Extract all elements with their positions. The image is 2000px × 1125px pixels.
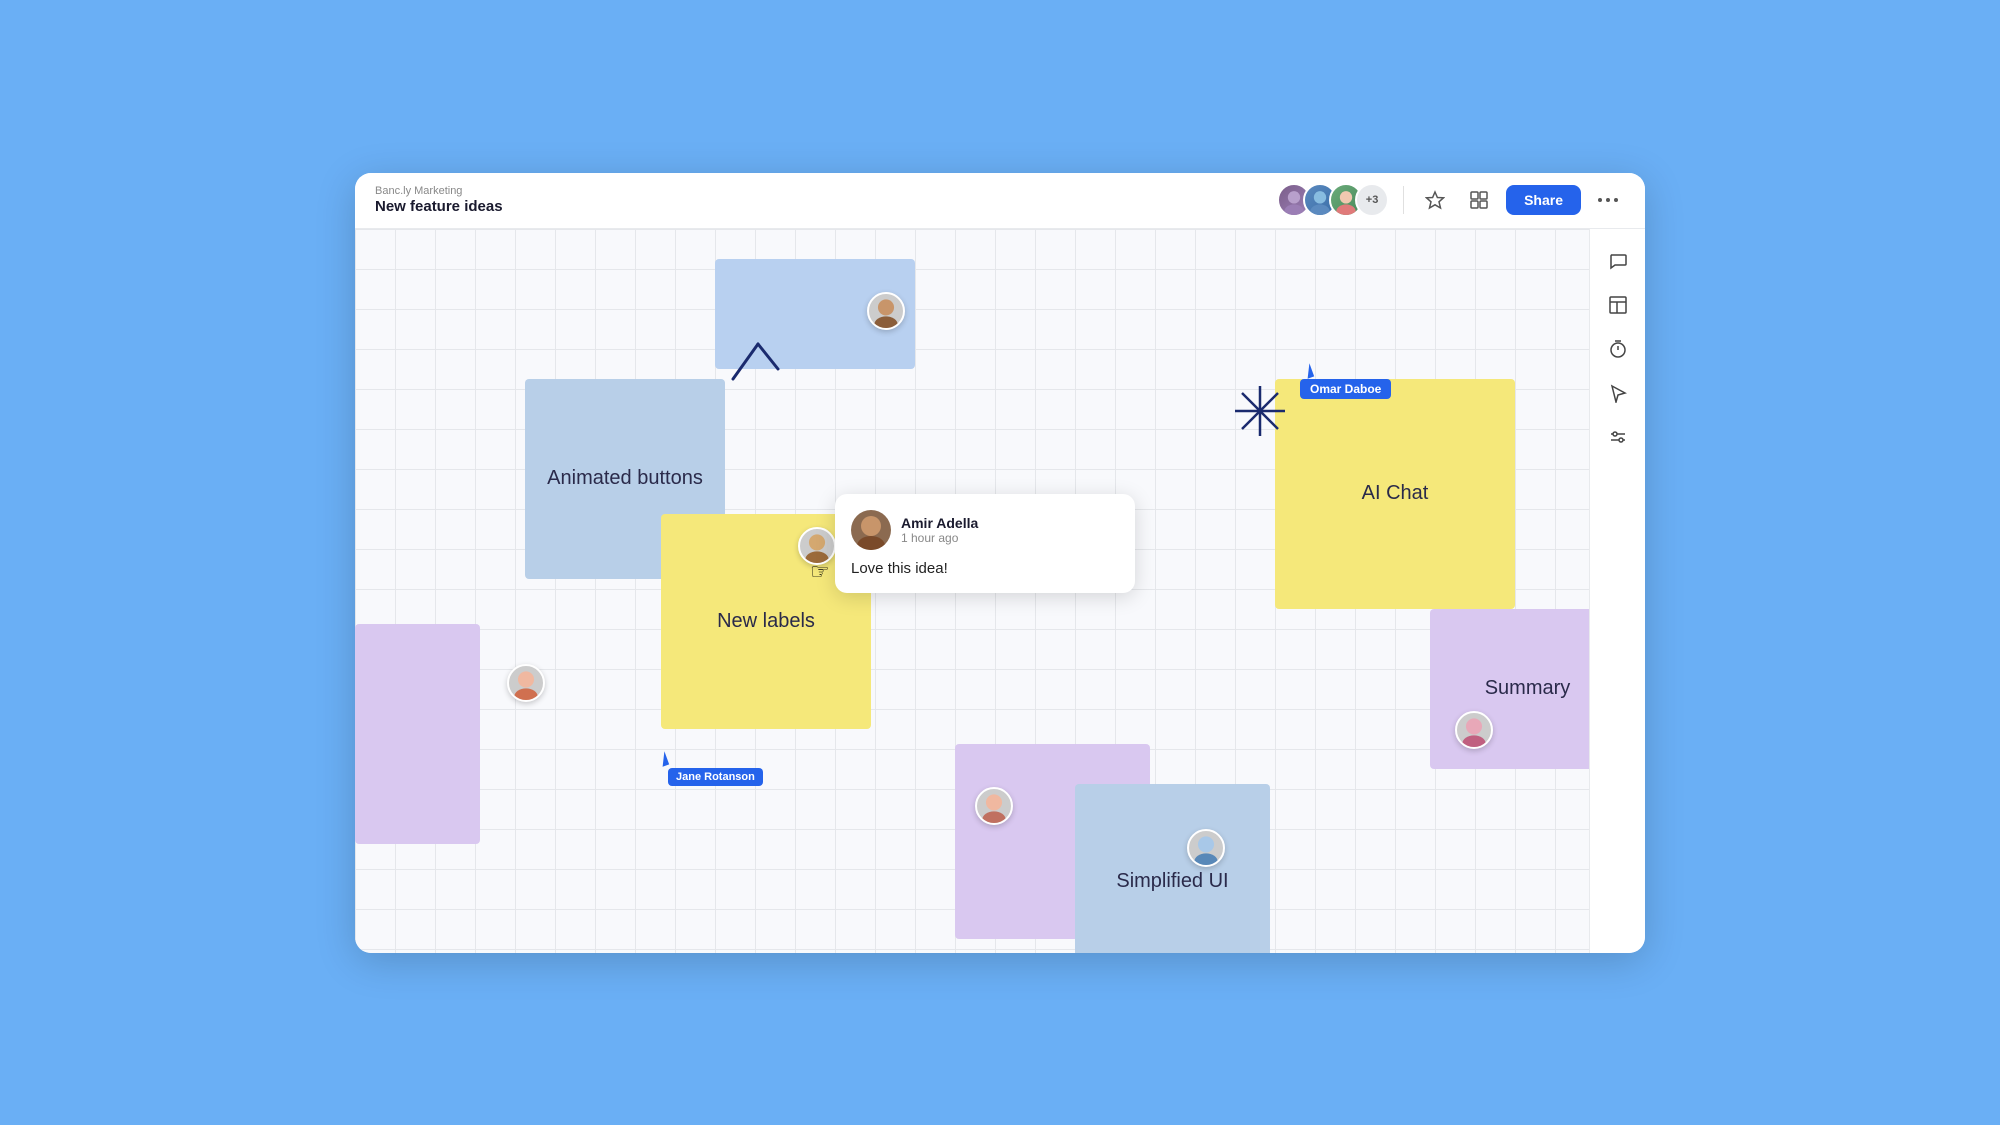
app-window: Banc.ly Marketing New feature ideas xyxy=(355,173,1645,953)
cursor-arrow-jane xyxy=(658,751,669,767)
main-area: Animated buttons New labels AI Chat xyxy=(355,229,1645,953)
canvas-avatar-simplified-2 xyxy=(1187,829,1225,867)
sticky-note-simplified-ui[interactable]: Simplified UI xyxy=(1075,784,1270,953)
canvas-avatar-comment[interactable] xyxy=(798,527,836,565)
comment-text: Love this idea! xyxy=(851,560,1119,577)
canvas-avatar-simplified-1 xyxy=(975,787,1013,825)
cursor-arrow-omar xyxy=(1303,363,1314,379)
comment-meta: Amir Adella 1 hour ago xyxy=(901,515,978,545)
comment-sidebar-button[interactable] xyxy=(1598,241,1638,281)
squiggle-decoration xyxy=(703,339,783,394)
table-sidebar-button[interactable] xyxy=(1598,285,1638,325)
avatar-count: +3 xyxy=(1355,183,1389,217)
comment-header: Amir Adella 1 hour ago xyxy=(851,510,1119,550)
sticky-note-ai-chat[interactable]: AI Chat xyxy=(1275,379,1515,609)
canvas-avatar-top xyxy=(867,292,905,330)
sticky-note-summary[interactable]: Summary xyxy=(1430,609,1589,769)
timer-sidebar-button[interactable] xyxy=(1598,329,1638,369)
right-sidebar xyxy=(1589,229,1645,953)
page-title: New feature ideas xyxy=(375,198,1265,215)
canvas[interactable]: Animated buttons New labels AI Chat xyxy=(355,229,1589,953)
sticky-note-purple-left[interactable] xyxy=(355,624,480,844)
comment-author-name: Amir Adella xyxy=(901,515,978,531)
template-button[interactable] xyxy=(1462,183,1496,217)
omar-cursor xyxy=(1305,364,1312,378)
header: Banc.ly Marketing New feature ideas xyxy=(355,173,1645,229)
share-button[interactable]: Share xyxy=(1506,185,1581,215)
breadcrumb: Banc.ly Marketing xyxy=(375,185,1265,197)
comment-popup: Amir Adella 1 hour ago Love this idea! xyxy=(835,494,1135,593)
cursor-tool-sidebar-button[interactable] xyxy=(1598,373,1638,413)
divider xyxy=(1403,186,1404,214)
comment-author-avatar xyxy=(851,510,891,550)
canvas-avatar-left xyxy=(507,664,545,702)
canvas-avatar-summary xyxy=(1455,711,1493,749)
settings-sidebar-button[interactable] xyxy=(1598,417,1638,457)
header-left: Banc.ly Marketing New feature ideas xyxy=(375,185,1265,215)
star-decoration xyxy=(1230,381,1290,449)
avatar-group: +3 xyxy=(1277,183,1389,217)
star-button[interactable] xyxy=(1418,183,1452,217)
jane-cursor-label: Jane Rotanson xyxy=(668,768,763,786)
header-right: +3 Share xyxy=(1277,183,1625,217)
jane-cursor: Jane Rotanson xyxy=(660,752,763,786)
comment-time: 1 hour ago xyxy=(901,531,978,545)
omar-cursor-label: Omar Daboe xyxy=(1300,379,1391,399)
more-button[interactable] xyxy=(1591,183,1625,217)
